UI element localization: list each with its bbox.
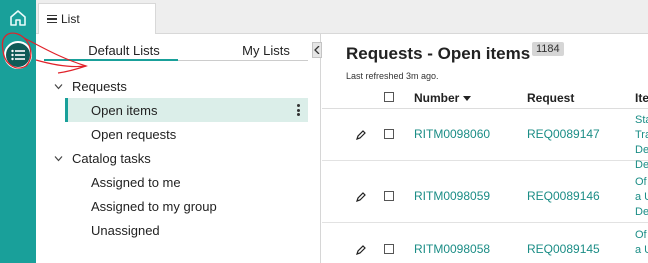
item-text: De [635,144,648,156]
list-item-label: Assigned to my group [91,198,217,214]
record-count-badge: 1184 [532,42,564,56]
column-header-request[interactable]: Request [527,91,574,105]
list-item-label: Unassigned [91,222,160,238]
column-header-item[interactable]: Ite [635,91,648,105]
tab-divider [178,60,308,61]
group-requests[interactable]: Requests [54,77,127,95]
list-icon[interactable] [4,41,32,69]
app-rail [0,0,36,263]
item-link[interactable]: Of a U De [635,175,648,220]
chevron-left-icon [314,46,320,54]
list-lines-icon [47,15,57,23]
column-header-number[interactable]: Number [414,91,472,105]
item-link[interactable]: Of a U [635,228,648,258]
item-text: Of [635,229,647,241]
tab-my-lists[interactable]: My Lists [211,43,321,61]
request-link[interactable]: REQ0089145 [527,242,600,256]
table-row: RITM0098059 REQ0089146 Of a U De [322,171,648,223]
list-item-open-requests[interactable]: Open requests [65,122,308,146]
list-item-assigned-to-my-group[interactable]: Assigned to my group [65,194,308,218]
item-link[interactable]: Sta Tra De De [635,113,648,173]
request-link[interactable]: REQ0089147 [527,127,600,141]
tab-strip: List [36,0,648,34]
chevron-down-icon [54,155,63,161]
group-label: Requests [72,78,127,94]
number-link[interactable]: RITM0098058 [414,242,490,256]
group-catalog-tasks[interactable]: Catalog tasks [54,149,151,167]
item-text: De [635,206,648,218]
item-text: a U [635,244,648,256]
item-text: Of [635,176,647,188]
number-link[interactable]: RITM0098059 [414,189,490,203]
pencil-icon[interactable] [356,192,366,202]
list-item-open-items[interactable]: Open items [65,98,308,122]
table-row: RITM0098060 REQ0089147 Sta Tra De De [322,109,648,171]
column-header-label: Number [414,91,460,105]
list-item-assigned-to-me[interactable]: Assigned to me [65,170,308,194]
row-checkbox[interactable] [384,129,394,139]
main-list: Requests - Open items 1184 Last refreshe… [322,34,648,263]
pencil-icon[interactable] [356,130,366,140]
list-item-label: Open items [91,102,158,118]
number-link[interactable]: RITM0098060 [414,127,490,141]
tab-label: List [61,12,80,26]
item-text: Tra [635,129,648,141]
table-row: RITM0098058 REQ0089145 Of a U [322,224,648,263]
list-item-unassigned[interactable]: Unassigned [65,218,308,242]
row-checkbox[interactable] [384,191,394,201]
group-label: Catalog tasks [72,150,151,166]
item-text: a U [635,191,648,203]
list-item-label: Open requests [91,126,177,142]
more-options-icon[interactable] [297,104,300,116]
chevron-down-icon [54,83,63,89]
select-all-checkbox[interactable] [384,92,394,102]
home-icon[interactable] [8,8,28,28]
last-refreshed-text: Last refreshed 3m ago. [346,71,439,81]
tab-list[interactable]: List [38,3,156,34]
pencil-icon[interactable] [356,245,366,255]
lists-panel: Default Lists My Lists Requests Open ite… [36,34,322,263]
item-text: Sta [635,114,648,126]
page-title: Requests - Open items [346,44,531,63]
active-tab-underline [44,59,178,61]
row-checkbox[interactable] [384,244,394,254]
sort-descending-icon [463,96,472,102]
list-item-label: Assigned to me [91,174,181,190]
request-link[interactable]: REQ0089146 [527,189,600,203]
collapse-panel-button[interactable] [312,42,322,58]
